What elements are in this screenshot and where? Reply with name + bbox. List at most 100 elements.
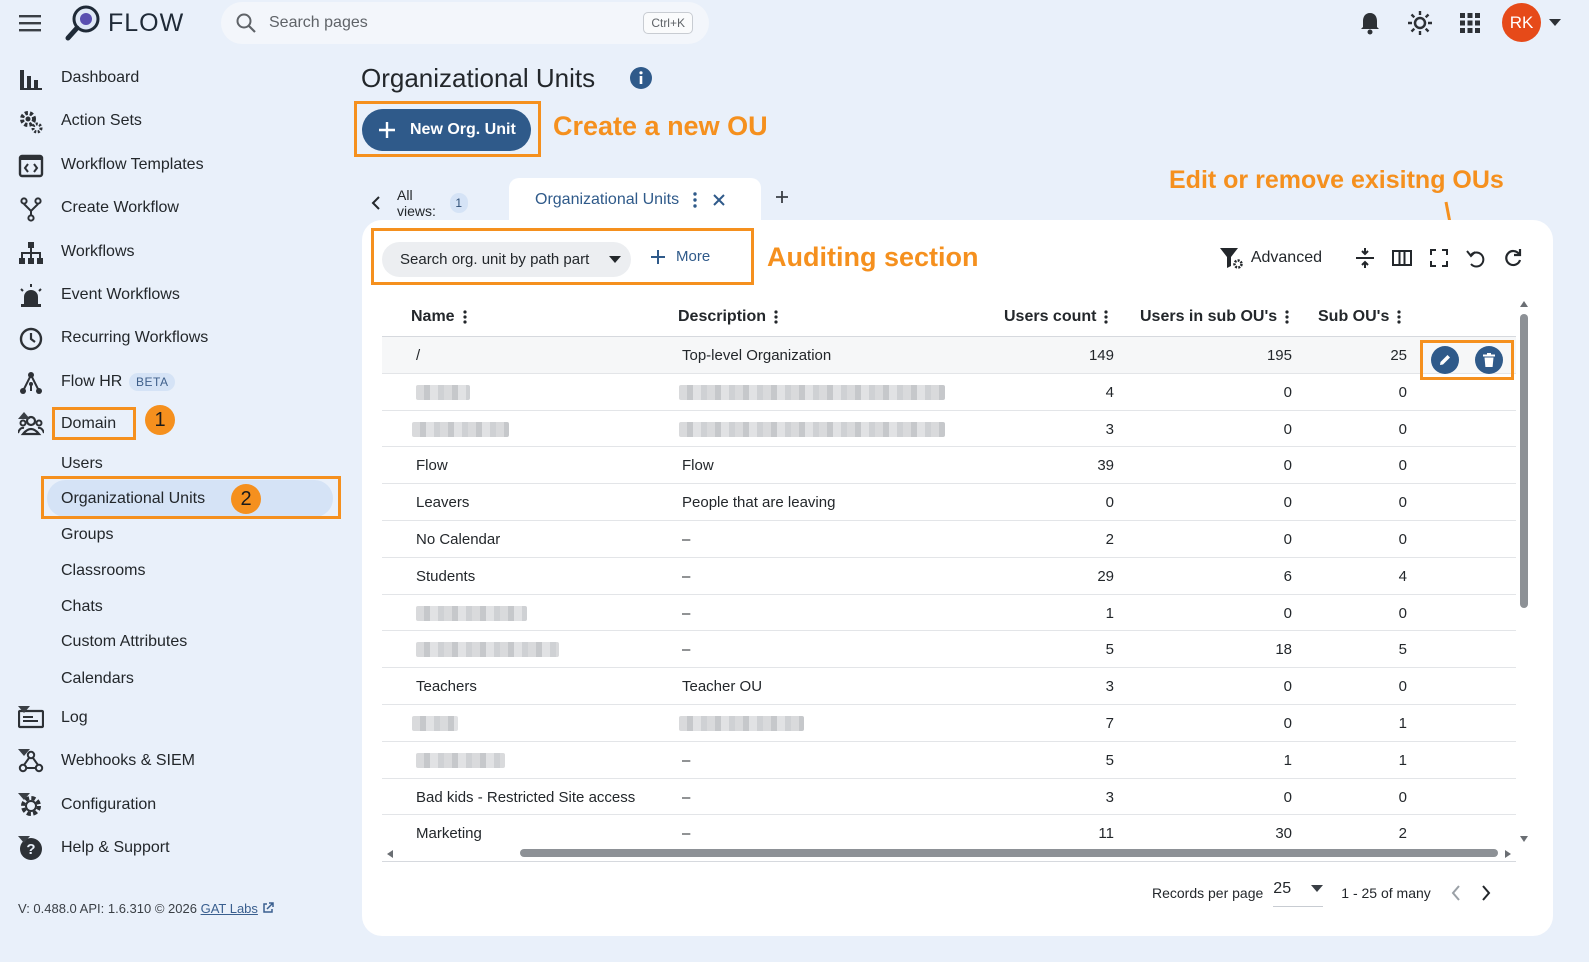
info-icon[interactable] bbox=[629, 66, 653, 90]
table-row[interactable]: 3 0 0 bbox=[382, 411, 1516, 448]
menu-icon[interactable] bbox=[18, 12, 42, 34]
advanced-filter-button[interactable]: Advanced bbox=[1211, 246, 1322, 270]
column-title: Sub OU's bbox=[1318, 308, 1390, 325]
all-views-button[interactable]: All views: 1 bbox=[371, 187, 468, 219]
sidebar-item-workflows[interactable]: Workflows bbox=[0, 232, 340, 272]
cell-name: Teachers bbox=[416, 678, 477, 696]
table-row[interactable]: Flow Flow 39 0 0 bbox=[382, 447, 1516, 485]
scroll-right-arrow-icon[interactable] bbox=[1504, 849, 1512, 859]
delete-trash-icon[interactable] bbox=[1475, 346, 1503, 374]
search-input[interactable]: Search pages Ctrl+K bbox=[221, 2, 709, 44]
table-row[interactable]: 4 0 0 bbox=[382, 374, 1516, 411]
apps-grid-icon[interactable] bbox=[1452, 5, 1488, 41]
sidebar-sub-users[interactable]: Users bbox=[61, 455, 103, 473]
sidebar-sub-groups[interactable]: Groups bbox=[61, 526, 113, 544]
step-badge-2: 2 bbox=[231, 484, 261, 514]
sidebar-sub-classrooms[interactable]: Classrooms bbox=[61, 562, 145, 580]
add-tab-plus-icon[interactable] bbox=[774, 189, 790, 205]
cell-users: 7 bbox=[1105, 714, 1114, 732]
table-row[interactable]: Marketing – 11 30 2 bbox=[382, 815, 1516, 847]
vertical-scroll-thumb[interactable] bbox=[1520, 314, 1528, 608]
cell-users: 29 bbox=[1097, 567, 1114, 585]
sidebar-item-configuration[interactable]: Configuration bbox=[0, 785, 340, 825]
sidebar-sub-custom-attributes[interactable]: Custom Attributes bbox=[61, 633, 187, 651]
chevron-down-icon[interactable] bbox=[18, 836, 44, 862]
sidebar-item-create-workflow[interactable]: Create Workflow bbox=[0, 188, 340, 228]
column-description[interactable]: Description bbox=[678, 308, 778, 326]
tab-organizational-units[interactable]: Organizational Units bbox=[509, 178, 761, 222]
cell-description: Teacher OU bbox=[682, 678, 763, 696]
scroll-down-arrow-icon[interactable] bbox=[1519, 835, 1529, 843]
tab-more-icon[interactable] bbox=[693, 192, 697, 208]
columns-icon[interactable] bbox=[1388, 244, 1416, 272]
table-row[interactable]: Leavers People that are leaving 0 0 0 bbox=[382, 484, 1516, 521]
user-avatar[interactable]: RK bbox=[1502, 3, 1541, 42]
sidebar-item-flow-hr[interactable]: Flow HR BETA bbox=[0, 362, 340, 402]
column-users-in-sub-ous[interactable]: Users in sub OU's bbox=[1140, 308, 1289, 326]
sidebar-item-action-sets[interactable]: Action Sets bbox=[0, 101, 340, 141]
table-row[interactable]: Bad kids - Restricted Site access – 3 0 … bbox=[382, 779, 1516, 816]
table-toolbar: Advanced bbox=[1211, 244, 1527, 272]
column-menu-icon[interactable] bbox=[462, 310, 467, 324]
cell-description: – bbox=[682, 530, 691, 548]
theme-sun-icon[interactable] bbox=[1402, 5, 1438, 41]
sidebar-item-dashboard[interactable]: Dashboard bbox=[0, 58, 340, 98]
prev-page-icon[interactable] bbox=[1451, 884, 1461, 901]
sidebar-item-log[interactable]: Log bbox=[0, 698, 340, 738]
scroll-up-arrow-icon[interactable] bbox=[1519, 300, 1529, 308]
edit-pencil-icon[interactable] bbox=[1431, 346, 1459, 374]
chevron-down-icon[interactable] bbox=[18, 793, 44, 819]
horizontal-scrollbar[interactable] bbox=[382, 847, 1514, 859]
table-row[interactable]: / Top-level Organization 149 195 25 bbox=[382, 337, 1516, 380]
horizontal-scroll-thumb[interactable] bbox=[520, 849, 1498, 857]
next-page-icon[interactable] bbox=[1481, 884, 1491, 901]
sidebar-item-webhooks[interactable]: Webhooks & SIEM bbox=[0, 741, 340, 781]
chevron-up-icon[interactable] bbox=[18, 412, 44, 438]
app-logo[interactable]: FLOW bbox=[64, 4, 184, 42]
gat-labs-link[interactable]: GAT Labs bbox=[201, 901, 258, 916]
version-text: V: 0.488.0 API: 1.6.310 © 2026 bbox=[18, 901, 197, 916]
table-row[interactable]: 7 0 1 bbox=[382, 705, 1516, 742]
table-row[interactable]: – 1 0 0 bbox=[382, 595, 1516, 632]
sidebar-sub-calendars[interactable]: Calendars bbox=[61, 670, 134, 688]
sidebar-item-recurring-workflows[interactable]: Recurring Workflows bbox=[0, 318, 340, 358]
records-per-page-select[interactable]: 25 bbox=[1273, 878, 1324, 907]
fullscreen-icon[interactable] bbox=[1425, 244, 1453, 272]
table-row[interactable]: Students – 29 6 4 bbox=[382, 558, 1516, 595]
bar-chart-icon bbox=[18, 66, 44, 92]
sidebar-item-label: Webhooks & SIEM bbox=[61, 752, 195, 769]
cell-users: 3 bbox=[1105, 788, 1114, 806]
scroll-left-arrow-icon[interactable] bbox=[386, 849, 394, 859]
refresh-icon[interactable] bbox=[1499, 244, 1527, 272]
sidebar-item-label: Log bbox=[61, 709, 88, 726]
column-menu-icon[interactable] bbox=[1104, 310, 1109, 324]
chevron-down-icon[interactable] bbox=[18, 706, 44, 732]
table-row[interactable]: – 5 18 5 bbox=[382, 631, 1516, 669]
column-menu-icon[interactable] bbox=[774, 310, 778, 324]
table-row[interactable]: Teachers Teacher OU 3 0 0 bbox=[382, 668, 1516, 705]
sidebar-item-help[interactable]: ? Help & Support bbox=[0, 828, 340, 868]
cell-sub-users: 0 bbox=[1283, 678, 1292, 696]
close-icon[interactable] bbox=[713, 194, 725, 206]
cell-sub-users: 0 bbox=[1283, 788, 1292, 806]
notifications-bell-icon[interactable] bbox=[1352, 5, 1388, 41]
sidebar-sub-chats[interactable]: Chats bbox=[61, 598, 103, 616]
sidebar-item-workflow-templates[interactable]: Workflow Templates bbox=[0, 145, 340, 185]
column-menu-icon[interactable] bbox=[1397, 310, 1401, 324]
chevron-down-icon[interactable] bbox=[18, 749, 44, 775]
account-menu-caret-icon[interactable] bbox=[1549, 18, 1561, 27]
table-row[interactable]: – 5 1 1 bbox=[382, 742, 1516, 779]
column-users-count[interactable]: Users count bbox=[1004, 308, 1109, 326]
column-menu-icon[interactable] bbox=[1285, 310, 1289, 324]
vertical-scrollbar[interactable] bbox=[1519, 300, 1529, 860]
column-sub-ous[interactable]: Sub OU's bbox=[1318, 308, 1401, 326]
column-name[interactable]: Name bbox=[411, 308, 467, 326]
undo-icon[interactable] bbox=[1462, 244, 1490, 272]
cell-sub-ous: 25 bbox=[1390, 347, 1407, 364]
table-row[interactable]: No Calendar – 2 0 0 bbox=[382, 521, 1516, 558]
sidebar-item-label: Event Workflows bbox=[61, 286, 180, 303]
density-icon[interactable] bbox=[1351, 244, 1379, 272]
sidebar-item-event-workflows[interactable]: Event Workflows bbox=[0, 275, 340, 315]
org-units-table: Name Description Users count Users in su… bbox=[382, 300, 1516, 847]
cell-sub-users: 0 bbox=[1283, 604, 1292, 622]
